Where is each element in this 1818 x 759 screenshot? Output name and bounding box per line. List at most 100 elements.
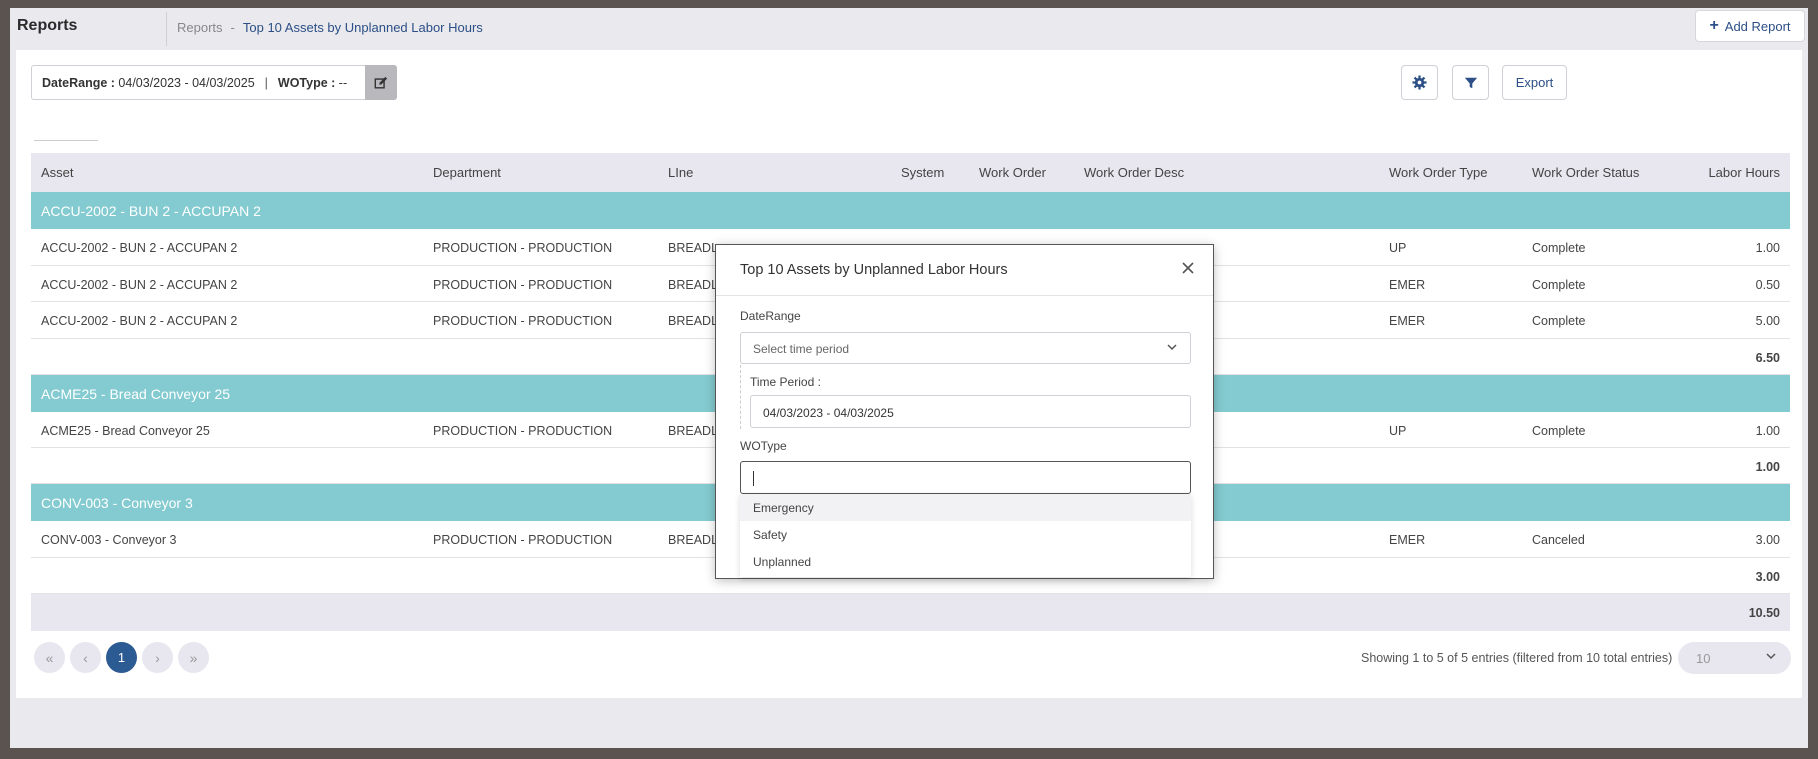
- group-title: CONV-003 - Conveyor 3: [41, 495, 193, 511]
- column-header-work-order-desc[interactable]: Work Order Desc: [1084, 165, 1184, 180]
- column-header-system[interactable]: System: [901, 165, 944, 180]
- cell-line: BREADL: [668, 314, 719, 328]
- breadcrumb-reports-link[interactable]: Reports: [177, 20, 223, 35]
- subtotal-value: 1.00: [1755, 460, 1780, 474]
- cell-line: BREADL: [668, 533, 719, 547]
- cell-status: Complete: [1532, 423, 1586, 438]
- column-header-asset[interactable]: Asset: [41, 165, 74, 180]
- title-divider: [166, 12, 167, 46]
- edit-filters-button[interactable]: [365, 65, 397, 100]
- chevron-left-icon: ‹: [83, 649, 88, 666]
- last-page-button[interactable]: »: [178, 642, 209, 673]
- cell-line: BREADL: [668, 423, 719, 438]
- cell-asset: ACCU-2002 - BUN 2 - ACCUPAN 2: [41, 241, 238, 255]
- prev-page-button[interactable]: ‹: [70, 642, 101, 673]
- column-header-line[interactable]: LIne: [668, 165, 693, 180]
- cell-type: EMER: [1389, 277, 1426, 292]
- page-title: Reports: [17, 17, 78, 34]
- add-report-button[interactable]: + Add Report: [1695, 10, 1805, 42]
- grand-total-row: 10.50: [31, 593, 1790, 631]
- cell-asset: ACCU-2002 - BUN 2 - ACCUPAN 2: [41, 277, 238, 292]
- cell-status: Complete: [1532, 241, 1586, 255]
- cell-hours: 3.00: [1755, 533, 1780, 547]
- close-icon[interactable]: [1181, 261, 1195, 275]
- cell-type: UP: [1389, 423, 1407, 438]
- column-header-work-order-type[interactable]: Work Order Type: [1389, 165, 1488, 180]
- entries-info: Showing 1 to 5 of 5 entries (filtered fr…: [1361, 651, 1673, 665]
- filter-button[interactable]: [1452, 65, 1489, 100]
- cell-type: UP: [1389, 241, 1407, 255]
- cell-line: BREADL: [668, 277, 719, 292]
- option-safety[interactable]: Safety: [740, 521, 1191, 548]
- time-period-value: 04/03/2023 - 04/03/2025: [763, 406, 894, 420]
- filter-text: DateRange : 04/03/2023 - 04/03/2025 | WOTy…: [42, 76, 347, 90]
- page-button-1[interactable]: 1: [106, 642, 137, 673]
- pagination: « ‹ 1 › »: [34, 642, 209, 673]
- page-size-value: 10: [1696, 651, 1711, 666]
- subtotal-value: 6.50: [1755, 350, 1780, 365]
- column-header-department[interactable]: Department: [433, 165, 501, 180]
- option-label: Emergency: [753, 501, 814, 515]
- chevron-down-icon: [1766, 653, 1776, 660]
- group-title: ACCU-2002 - BUN 2 - ACCUPAN 2: [41, 203, 261, 219]
- settings-button[interactable]: [1401, 65, 1438, 100]
- first-page-button[interactable]: «: [34, 642, 65, 673]
- cell-department: PRODUCTION - PRODUCTION: [433, 241, 613, 255]
- cell-asset: ACCU-2002 - BUN 2 - ACCUPAN 2: [41, 314, 238, 328]
- filter-icon: [1464, 77, 1477, 88]
- gear-icon: [1412, 75, 1427, 90]
- group-title: ACME25 - Bread Conveyor 25: [41, 385, 231, 402]
- option-label: Safety: [753, 528, 788, 542]
- plus-icon: +: [1709, 17, 1719, 34]
- cell-hours: 0.50: [1755, 277, 1780, 292]
- export-button[interactable]: Export: [1502, 65, 1567, 100]
- cell-hours: 1.00: [1755, 241, 1780, 255]
- wotype-dropdown: Emergency Safety Unplanned: [740, 494, 1191, 577]
- section-guide: [740, 365, 741, 429]
- wotype-label: WOType :: [277, 76, 336, 90]
- divider: [34, 140, 98, 141]
- cell-department: PRODUCTION - PRODUCTION: [433, 423, 613, 438]
- cell-hours: 1.00: [1755, 423, 1780, 438]
- modal-title: Top 10 Assets by Unplanned Labor Hours: [740, 262, 1008, 278]
- text-caret: [753, 471, 754, 486]
- cell-asset: CONV-003 - Conveyor 3: [41, 533, 177, 547]
- subtotal-value: 3.00: [1755, 569, 1780, 584]
- option-emergency[interactable]: Emergency: [740, 494, 1191, 521]
- wotype-value: --: [338, 76, 348, 90]
- time-period-label: Time Period :: [750, 375, 821, 389]
- cell-type: EMER: [1389, 314, 1426, 328]
- time-period-select[interactable]: Select time period: [740, 332, 1191, 364]
- breadcrumb: Reports - Top 10 Assets by Unplanned Labor…: [177, 20, 483, 35]
- daterange-field-label: DateRange: [740, 309, 801, 323]
- chevron-right-icon: ›: [155, 649, 160, 666]
- filter-separator: |: [264, 76, 268, 90]
- cell-status: Canceled: [1532, 533, 1585, 547]
- time-period-input[interactable]: 04/03/2023 - 04/03/2025: [750, 395, 1191, 428]
- option-label: Unplanned: [753, 555, 812, 569]
- breadcrumb-current: Top 10 Assets by Unplanned Labor Hours: [242, 20, 483, 35]
- cell-type: EMER: [1389, 533, 1426, 547]
- report-filter-modal: Top 10 Assets by Unplanned Labor Hours D…: [715, 244, 1214, 579]
- daterange-label: DateRange :: [42, 76, 115, 90]
- breadcrumb-separator: -: [230, 20, 235, 35]
- cell-status: Complete: [1532, 314, 1586, 328]
- cell-status: Complete: [1532, 277, 1586, 292]
- time-period-select-placeholder: Select time period: [753, 342, 850, 356]
- double-chevron-left-icon: «: [45, 649, 54, 666]
- column-header-labor-hours[interactable]: Labor Hours: [1708, 165, 1780, 180]
- edit-icon: [374, 76, 388, 89]
- add-report-label: Add Report: [1724, 18, 1791, 34]
- cell-department: PRODUCTION - PRODUCTION: [433, 533, 613, 547]
- page-size-select[interactable]: 10: [1678, 642, 1791, 674]
- column-header-work-order-status[interactable]: Work Order Status: [1532, 165, 1639, 180]
- double-chevron-right-icon: »: [189, 649, 198, 666]
- cell-asset: ACME25 - Bread Conveyor 25: [41, 423, 210, 438]
- column-header-work-order[interactable]: Work Order: [979, 165, 1046, 180]
- group-row: ACCU-2002 - BUN 2 - ACCUPAN 2: [31, 192, 1790, 229]
- cell-hours: 5.00: [1755, 314, 1780, 328]
- wotype-input[interactable]: [740, 461, 1191, 494]
- option-unplanned[interactable]: Unplanned: [740, 548, 1191, 575]
- daterange-value: 04/03/2023 - 04/03/2025: [118, 76, 255, 90]
- next-page-button[interactable]: ›: [142, 642, 173, 673]
